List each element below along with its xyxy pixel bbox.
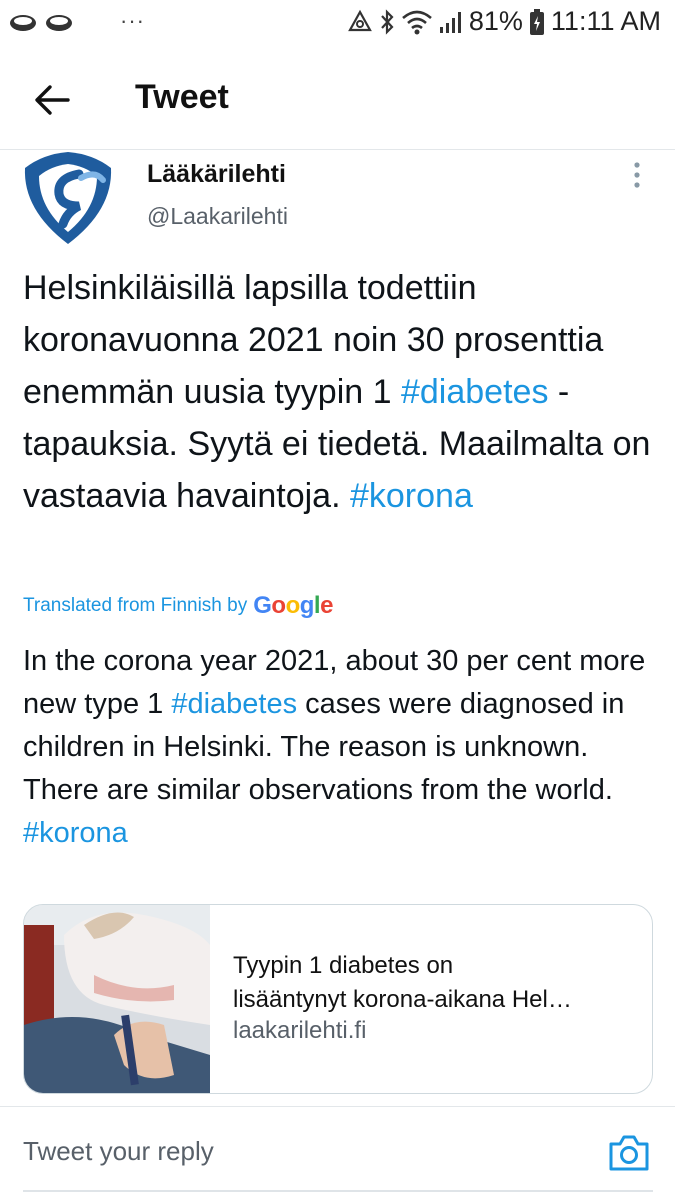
wifi-icon <box>402 10 432 34</box>
data-saver-icon <box>348 9 372 31</box>
link-card-title-line: lisääntynyt korona-aikana Hel… <box>233 986 572 1013</box>
translation-attribution: Translated from Finnish by Google <box>23 592 333 620</box>
hashtag-diabetes[interactable]: #diabetes <box>401 373 548 411</box>
notification-icon <box>10 15 36 31</box>
clock: 11:11 AM <box>550 6 661 36</box>
author-avatar[interactable] <box>23 150 113 246</box>
link-card-title: Tyypin 1 diabetes on lisääntynyt korona-… <box>233 949 643 1017</box>
google-logo: Google <box>253 592 333 619</box>
author-name[interactable]: Lääkärilehti <box>147 160 286 189</box>
bluetooth-icon <box>381 8 394 35</box>
app-header: Tweet <box>0 48 675 148</box>
back-arrow-icon[interactable] <box>30 78 74 122</box>
link-preview-image <box>24 905 210 1093</box>
link-card-title-line: Tyypin 1 diabetes on <box>233 952 454 979</box>
tweet-text: Helsinkiläisillä lapsilla todettiin koro… <box>23 262 653 522</box>
hashtag-diabetes[interactable]: #diabetes <box>171 688 297 720</box>
page-title: Tweet <box>135 78 229 116</box>
battery-percentage: 81% <box>468 6 523 36</box>
more-notifications-icon: ··· <box>120 8 145 33</box>
status-bar: ··· 81% 11:11 AM <box>0 0 675 48</box>
battery-icon <box>529 8 544 35</box>
translation-label: Translated from Finnish by <box>23 595 248 616</box>
reply-divider <box>0 1106 675 1107</box>
link-card-domain: laakarilehti.fi <box>233 1017 367 1044</box>
translated-text: In the corona year 2021, about 30 per ce… <box>23 640 653 855</box>
author-handle[interactable]: @Laakarilehti <box>147 203 288 230</box>
signal-icon <box>439 11 461 33</box>
more-options-icon[interactable] <box>625 160 649 192</box>
hashtag-korona[interactable]: #korona <box>350 477 473 515</box>
notification-icons <box>8 10 74 34</box>
reply-underline <box>23 1190 653 1192</box>
camera-icon[interactable] <box>607 1133 651 1173</box>
notification-icon <box>46 15 72 31</box>
link-preview-card[interactable]: Tyypin 1 diabetes on lisääntynyt korona-… <box>23 904 653 1094</box>
reply-input[interactable]: Tweet your reply <box>23 1136 214 1167</box>
hashtag-korona[interactable]: #korona <box>23 817 128 849</box>
system-icons: 81% 11:11 AM <box>347 6 661 37</box>
